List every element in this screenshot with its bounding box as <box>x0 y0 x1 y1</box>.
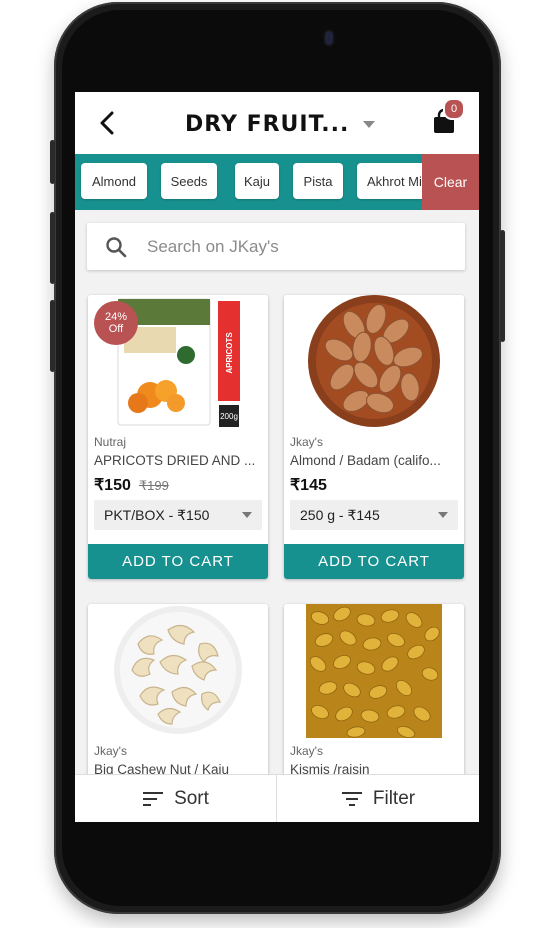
discount-off: Off <box>108 323 124 335</box>
chevron-down-icon <box>438 512 448 518</box>
sort-label: Sort <box>174 788 209 809</box>
back-arrow-icon[interactable] <box>95 110 121 136</box>
category-title-dropdown[interactable]: DRY FRUIT... <box>185 110 376 138</box>
product-name[interactable]: Almond / Badam (califo... <box>290 453 458 468</box>
add-to-cart-button[interactable]: ADD TO CART <box>284 544 464 579</box>
cart-count-badge: 0 <box>443 98 465 120</box>
variant-value: 250 g - ₹145 <box>300 506 380 523</box>
top-app-bar: DRY FRUIT... 0 <box>75 92 479 154</box>
product-brand: Jkay's <box>290 744 323 758</box>
product-image-cashew[interactable] <box>88 604 268 742</box>
chip-almond[interactable]: Almond <box>81 163 147 199</box>
product-card[interactable]: Jkay's Almond / Badam (califo... ₹145 25… <box>284 295 464 579</box>
product-price-row: ₹150 ₹199 <box>94 475 169 495</box>
product-brand: Jkay's <box>94 744 127 758</box>
phone-button-volume-up <box>50 212 55 284</box>
product-brand: Jkay's <box>290 435 323 449</box>
sort-button[interactable]: Sort <box>75 775 276 822</box>
add-to-cart-button[interactable]: ADD TO CART <box>88 544 268 579</box>
chip-seeds[interactable]: Seeds <box>161 163 217 199</box>
phone-button-power <box>500 230 505 342</box>
front-camera <box>325 31 333 45</box>
dropdown-caret-icon <box>363 120 376 128</box>
product-name[interactable]: APRICOTS DRIED AND ... <box>94 453 262 468</box>
filter-label: Filter <box>372 788 416 809</box>
product-price: ₹150 <box>94 477 131 494</box>
search-icon <box>106 236 127 257</box>
discount-badge: 24% Off <box>94 301 138 345</box>
bottom-action-bar: Sort Filter <box>75 774 479 822</box>
clear-filter-button[interactable]: Clear <box>422 154 479 210</box>
sort-icon <box>143 792 164 806</box>
filter-button[interactable]: Filter <box>277 775 479 822</box>
pack-label: APRICOTS <box>225 332 234 374</box>
variant-select[interactable]: PKT/BOX - ₹150 <box>94 500 262 530</box>
chevron-down-icon <box>242 512 252 518</box>
chip-pista[interactable]: Pista <box>293 163 343 199</box>
search-bar[interactable]: Search on JKay's <box>87 223 465 270</box>
product-card[interactable]: APRICOTS 200g 24% Off Nutraj APRICOTS DR… <box>88 295 268 579</box>
discount-percent: 24% <box>104 311 128 323</box>
phone-button-volume-down <box>50 300 55 372</box>
page-title: DRY FRUIT... <box>185 111 350 137</box>
search-placeholder: Search on JKay's <box>147 236 279 256</box>
variant-select[interactable]: 250 g - ₹145 <box>290 500 458 530</box>
category-chip-bar: Almond Seeds Kaju Pista Akhrot Mi Clear <box>75 154 479 210</box>
product-mrp: ₹199 <box>138 478 169 493</box>
variant-value: PKT/BOX - ₹150 <box>104 506 210 523</box>
product-image-almond[interactable] <box>284 295 464 433</box>
product-image-raisins[interactable] <box>284 604 464 742</box>
filter-icon <box>341 792 362 806</box>
product-brand: Nutraj <box>94 435 127 449</box>
pack-weight: 200g <box>220 412 238 421</box>
phone-button-mute <box>50 140 55 184</box>
product-price: ₹145 <box>290 477 327 494</box>
app-screen: DRY FRUIT... 0 Almond Seeds Kaju Pista A… <box>75 92 479 822</box>
chip-kaju[interactable]: Kaju <box>235 163 279 199</box>
